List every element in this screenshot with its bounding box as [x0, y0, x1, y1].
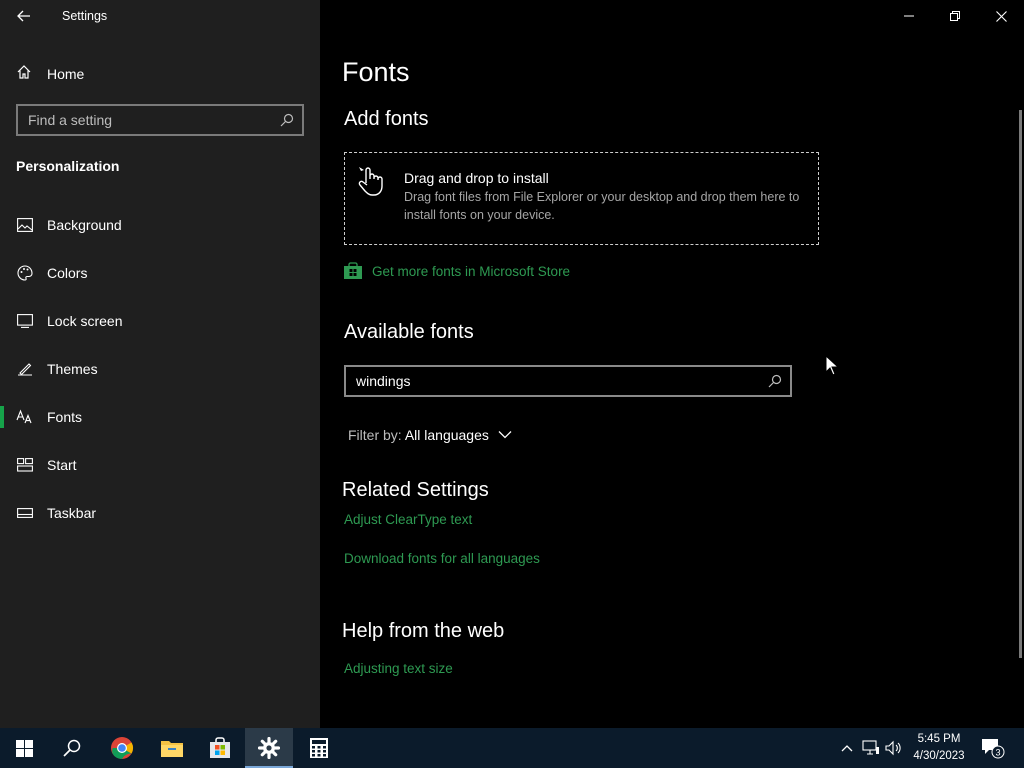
lock-screen-icon [16, 313, 34, 329]
sidebar: Settings Home Find a setting Personaliza… [0, 0, 320, 728]
taskbar-search-button[interactable] [48, 728, 96, 768]
language-filter-dropdown[interactable]: Filter by: All languages [348, 427, 512, 447]
dropzone-description: Drag font files from File Explorer or yo… [404, 190, 800, 222]
adjusting-text-size-link[interactable]: Adjusting text size [344, 661, 453, 676]
sidebar-item-label: Fonts [47, 409, 83, 425]
filter-label: Filter by: [348, 427, 402, 443]
restore-icon [950, 11, 960, 21]
start-button[interactable] [0, 728, 48, 768]
volume-button[interactable] [883, 728, 905, 768]
mouse-cursor-icon [825, 355, 839, 376]
minimize-icon [904, 15, 914, 17]
network-icon [862, 740, 879, 755]
filter-value: All languages [404, 427, 489, 443]
sidebar-item-colors[interactable]: Colors [0, 253, 320, 293]
search-icon [63, 739, 81, 757]
sidebar-item-label: Colors [47, 265, 88, 281]
taskbar-file-explorer[interactable] [148, 728, 196, 768]
show-hidden-icons-button[interactable] [837, 728, 857, 768]
sidebar-item-label: Themes [47, 361, 98, 377]
chrome-icon [111, 737, 133, 759]
search-icon [768, 374, 782, 388]
notification-count: 3 [995, 748, 1000, 758]
home-nav-item[interactable]: Home [0, 56, 320, 90]
clock-time: 5:45 PM [917, 733, 961, 745]
sidebar-item-background[interactable]: Background [0, 205, 320, 245]
themes-icon [16, 361, 34, 377]
minimize-button[interactable] [886, 0, 932, 32]
sidebar-item-fonts[interactable]: Fonts [0, 397, 320, 437]
back-button[interactable] [12, 6, 36, 26]
action-center-button[interactable]: 3 [980, 728, 1006, 768]
clock-date: 4/30/2023 [913, 750, 965, 762]
search-placeholder: Find a setting [28, 112, 113, 128]
network-button[interactable] [860, 728, 882, 768]
windows-logo-icon [15, 739, 33, 757]
hand-pointer-icon [358, 167, 383, 196]
taskbar-settings[interactable] [245, 728, 293, 768]
sidebar-item-start[interactable]: Start [0, 445, 320, 485]
sidebar-item-label: Start [47, 457, 77, 473]
taskbar-chrome[interactable] [98, 728, 146, 768]
related-settings-heading: Related Settings [342, 479, 489, 501]
back-arrow-icon [17, 10, 30, 22]
sidebar-item-taskbar[interactable]: Taskbar [0, 493, 320, 533]
title-bar: Settings [0, 0, 320, 32]
page-title: Fonts [342, 57, 410, 87]
restore-button[interactable] [932, 0, 978, 32]
microsoft-store-icon [344, 262, 362, 279]
sidebar-item-lock-screen[interactable]: Lock screen [0, 301, 320, 341]
font-drop-zone[interactable]: Drag and drop to install Drag font files… [344, 152, 819, 245]
sidebar-item-label: Lock screen [47, 313, 123, 329]
store-link-label: Get more fonts in Microsoft Store [372, 264, 571, 279]
taskbar-clock[interactable]: 5:45 PM 4/30/2023 [904, 731, 974, 765]
close-button[interactable] [978, 0, 1024, 32]
chevron-up-icon [841, 745, 853, 752]
taskbar: 5:45 PM 4/30/2023 3 [0, 728, 1024, 768]
sidebar-item-label: Taskbar [47, 505, 97, 521]
home-label: Home [47, 66, 85, 82]
font-search-input[interactable]: windings [344, 365, 792, 397]
start-icon [16, 457, 34, 473]
taskbar-icon [16, 505, 34, 521]
scrollbar[interactable] [1019, 110, 1022, 658]
taskbar-microsoft-store[interactable] [196, 728, 244, 768]
fonts-icon [16, 409, 34, 425]
search-icon [280, 113, 294, 127]
close-icon [995, 10, 1007, 22]
dropzone-title: Drag and drop to install [404, 170, 549, 186]
find-setting-search-input[interactable]: Find a setting [16, 104, 304, 136]
file-explorer-icon [161, 741, 183, 757]
background-icon [16, 217, 34, 233]
app-title: Settings [62, 9, 108, 23]
available-fonts-heading: Available fonts [344, 321, 474, 343]
settings-icon [258, 737, 280, 759]
chevron-down-icon [498, 431, 512, 439]
sidebar-item-themes[interactable]: Themes [0, 349, 320, 389]
help-from-web-heading: Help from the web [342, 620, 505, 642]
home-icon [17, 65, 31, 79]
section-title: Personalization [16, 158, 120, 174]
download-fonts-link[interactable]: Download fonts for all languages [344, 551, 540, 566]
taskbar-calculator[interactable] [295, 728, 343, 768]
add-fonts-heading: Add fonts [344, 108, 429, 130]
calculator-icon [310, 738, 328, 758]
palette-icon [16, 265, 34, 281]
sidebar-item-label: Background [47, 217, 122, 233]
main-content: Fonts Add fonts Drag and drop to install… [320, 0, 1024, 728]
volume-icon [885, 740, 901, 756]
adjust-cleartype-link[interactable]: Adjust ClearType text [344, 512, 472, 527]
font-search-value: windings [356, 373, 411, 389]
microsoft-store-icon [210, 737, 230, 758]
notification-icon: 3 [982, 739, 1005, 759]
